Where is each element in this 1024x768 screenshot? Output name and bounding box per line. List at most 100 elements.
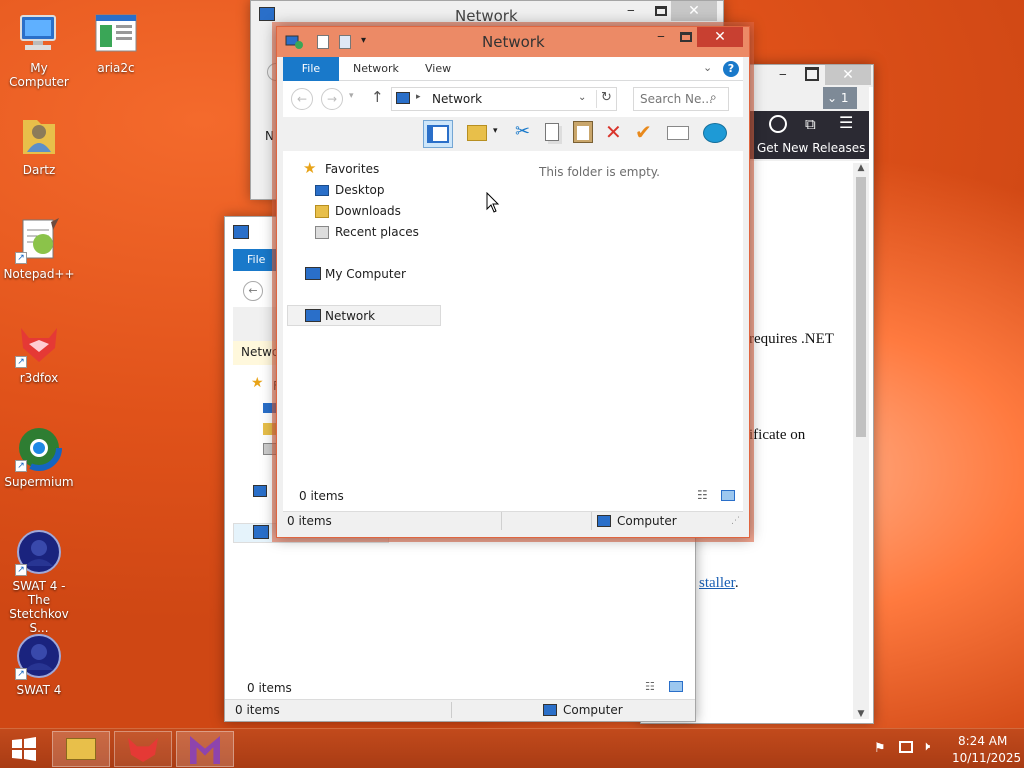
search-input[interactable]: Search Ne... xyxy=(640,92,713,106)
desktop-icon-aria2c[interactable]: aria2c xyxy=(78,10,154,75)
scroll-up-arrow[interactable]: ▲ xyxy=(853,163,869,177)
mid-status-bar: 0 items Computer xyxy=(225,699,695,721)
mid-address-text: Netwo xyxy=(241,345,280,359)
get-new-releases-button[interactable]: Get New Releases xyxy=(757,141,865,155)
close-button[interactable]: ✕ xyxy=(697,27,743,47)
tree-network[interactable]: Network xyxy=(325,309,375,323)
desktop-icon-label: My Computer xyxy=(9,61,69,89)
tab-file[interactable]: File xyxy=(283,57,339,81)
title-bar[interactable]: ▾ Network ‒ ✕ xyxy=(277,27,749,57)
start-button[interactable] xyxy=(4,735,44,763)
network-explorer-window[interactable]: ▾ Network ‒ ✕ File Network View ⌄ ? ← → … xyxy=(276,26,750,538)
open-dropdown-icon[interactable]: ▾ xyxy=(493,126,498,136)
paste-icon[interactable] xyxy=(573,121,593,143)
volume-muted-icon[interactable]: 🕨 xyxy=(922,739,930,754)
favorites-star-icon: ★ xyxy=(251,375,264,391)
help-icon[interactable]: ? xyxy=(723,61,739,77)
mid-back-button[interactable]: ← xyxy=(243,281,263,301)
scrollbar[interactable]: ▲ ▼ xyxy=(853,163,869,719)
window-network-icon xyxy=(285,34,303,53)
scroll-thumb[interactable] xyxy=(856,177,866,437)
desktop-icon-swat4[interactable]: ↗ SWAT 4 xyxy=(1,632,77,697)
minimize-button[interactable]: ‒ xyxy=(651,29,671,43)
taskbar-r3dfox[interactable] xyxy=(114,731,172,767)
desktop-icon-my-computer[interactable]: My Computer xyxy=(1,10,77,89)
quick-newfolder-icon[interactable] xyxy=(339,35,351,49)
menu-icon[interactable]: ☰ xyxy=(839,113,853,132)
downloads-icon xyxy=(315,205,329,218)
network-tray-icon[interactable] xyxy=(899,741,913,753)
ribbon-expand-icon[interactable]: ⌄ xyxy=(703,61,712,74)
extensions-icon[interactable]: ⧉ xyxy=(805,115,816,133)
swat4-icon: ↗ xyxy=(15,632,63,680)
large-icons-view-icon[interactable] xyxy=(669,681,683,692)
mid-content-status: 0 items xyxy=(247,681,292,695)
forward-button[interactable]: → xyxy=(321,88,343,110)
desktop-icon-swat4-stetchkov[interactable]: ↗ SWAT 4 - The Stetchkov S... xyxy=(1,528,77,635)
quick-access-dropdown-icon[interactable]: ▾ xyxy=(361,35,366,46)
delete-icon[interactable]: ✕ xyxy=(605,120,622,144)
window-title: Network xyxy=(482,33,545,51)
taskbar-file-explorer[interactable] xyxy=(52,731,110,767)
open-folder-icon[interactable] xyxy=(467,125,487,141)
status-bar: 0 items Computer ⋰ xyxy=(283,511,743,531)
navigation-pane: ★ Favorites Desktop Downloads Recent pla… xyxy=(283,151,443,511)
downloads-folder-icon xyxy=(263,423,277,435)
installer-link[interactable]: staller xyxy=(699,575,735,591)
scroll-down-arrow[interactable]: ▼ xyxy=(853,709,869,719)
tray-date[interactable]: 10/11/2025 xyxy=(952,751,1021,765)
tab-list-button[interactable]: ⌄ 1 xyxy=(823,87,857,109)
close-button[interactable]: ✕ xyxy=(825,65,871,85)
tab-view[interactable]: View xyxy=(425,57,451,81)
details-view-icon[interactable]: ☷ xyxy=(645,680,655,693)
status-items: 0 items xyxy=(287,514,332,528)
shortcut-arrow-icon: ↗ xyxy=(15,460,27,472)
tray-time[interactable]: 8:24 AM xyxy=(958,734,1007,748)
tab-network[interactable]: Network xyxy=(353,57,399,81)
tree-downloads[interactable]: Downloads xyxy=(335,204,401,218)
taskbar-app-m[interactable] xyxy=(176,731,234,767)
tree-favorites[interactable]: Favorites xyxy=(325,162,379,176)
desktop-icon-dartz[interactable]: Dartz xyxy=(1,112,77,177)
rename-check-icon[interactable]: ✔ xyxy=(635,120,652,144)
computer-icon xyxy=(305,267,321,280)
cut-icon[interactable]: ✂ xyxy=(515,121,530,142)
back-minimize-button[interactable]: ‒ xyxy=(627,3,635,17)
maximize-button[interactable] xyxy=(680,32,692,42)
search-box[interactable]: Search Ne... ⌕ xyxy=(633,87,729,111)
command-toolbar: ▾ ✂ ✕ ✔ xyxy=(283,117,743,151)
large-icons-view-icon[interactable] xyxy=(721,490,735,501)
address-bar[interactable]: ▸ Network ⌄ ↻ xyxy=(391,87,617,111)
back-button[interactable]: ← xyxy=(291,88,313,110)
action-center-flag-icon[interactable]: ⚑ xyxy=(874,741,886,756)
quick-properties-icon[interactable] xyxy=(317,35,329,49)
aria2c-icon xyxy=(92,10,140,58)
tree-recent-places[interactable]: Recent places xyxy=(335,225,419,239)
minimize-button[interactable]: ‒ xyxy=(779,67,793,81)
recent-locations-dropdown[interactable]: ▾ xyxy=(349,91,354,101)
refresh-icon[interactable]: ↻ xyxy=(596,90,616,108)
desktop-icon-notepadpp[interactable]: ↗ Notepad++ xyxy=(1,216,77,281)
installer-link-line: staller. xyxy=(699,575,739,592)
back-maximize-button[interactable] xyxy=(655,6,667,16)
address-dropdown-icon[interactable]: ⌄ xyxy=(578,92,586,103)
details-view-icon[interactable]: ☷ xyxy=(697,488,708,502)
up-button[interactable]: ↑ xyxy=(371,88,384,106)
maximize-button[interactable] xyxy=(805,67,819,81)
navigation-pane-button[interactable] xyxy=(423,120,453,148)
copy-icon[interactable] xyxy=(545,123,559,141)
desktop-icon-r3dfox[interactable]: ↗ r3dfox xyxy=(1,320,77,385)
back-close-button[interactable]: ✕ xyxy=(671,1,717,21)
resize-grip-icon[interactable]: ⋰ xyxy=(731,516,740,526)
shortcut-arrow-icon: ↗ xyxy=(15,356,27,368)
taskbar: ⚑ 🕨 8:24 AM 10/11/2025 xyxy=(0,728,1024,768)
tree-my-computer[interactable]: My Computer xyxy=(325,267,406,281)
network-globe-icon[interactable] xyxy=(703,123,727,143)
shortcut-arrow-icon: ↗ xyxy=(15,668,27,680)
tree-desktop[interactable]: Desktop xyxy=(335,183,385,197)
search-icon[interactable]: ⌕ xyxy=(710,90,717,105)
chevron-down-icon: ⌄ xyxy=(827,91,838,105)
account-icon[interactable] xyxy=(769,115,787,133)
desktop-icon-supermium[interactable]: ↗ Supermium xyxy=(1,424,77,489)
properties-icon[interactable] xyxy=(667,126,689,140)
